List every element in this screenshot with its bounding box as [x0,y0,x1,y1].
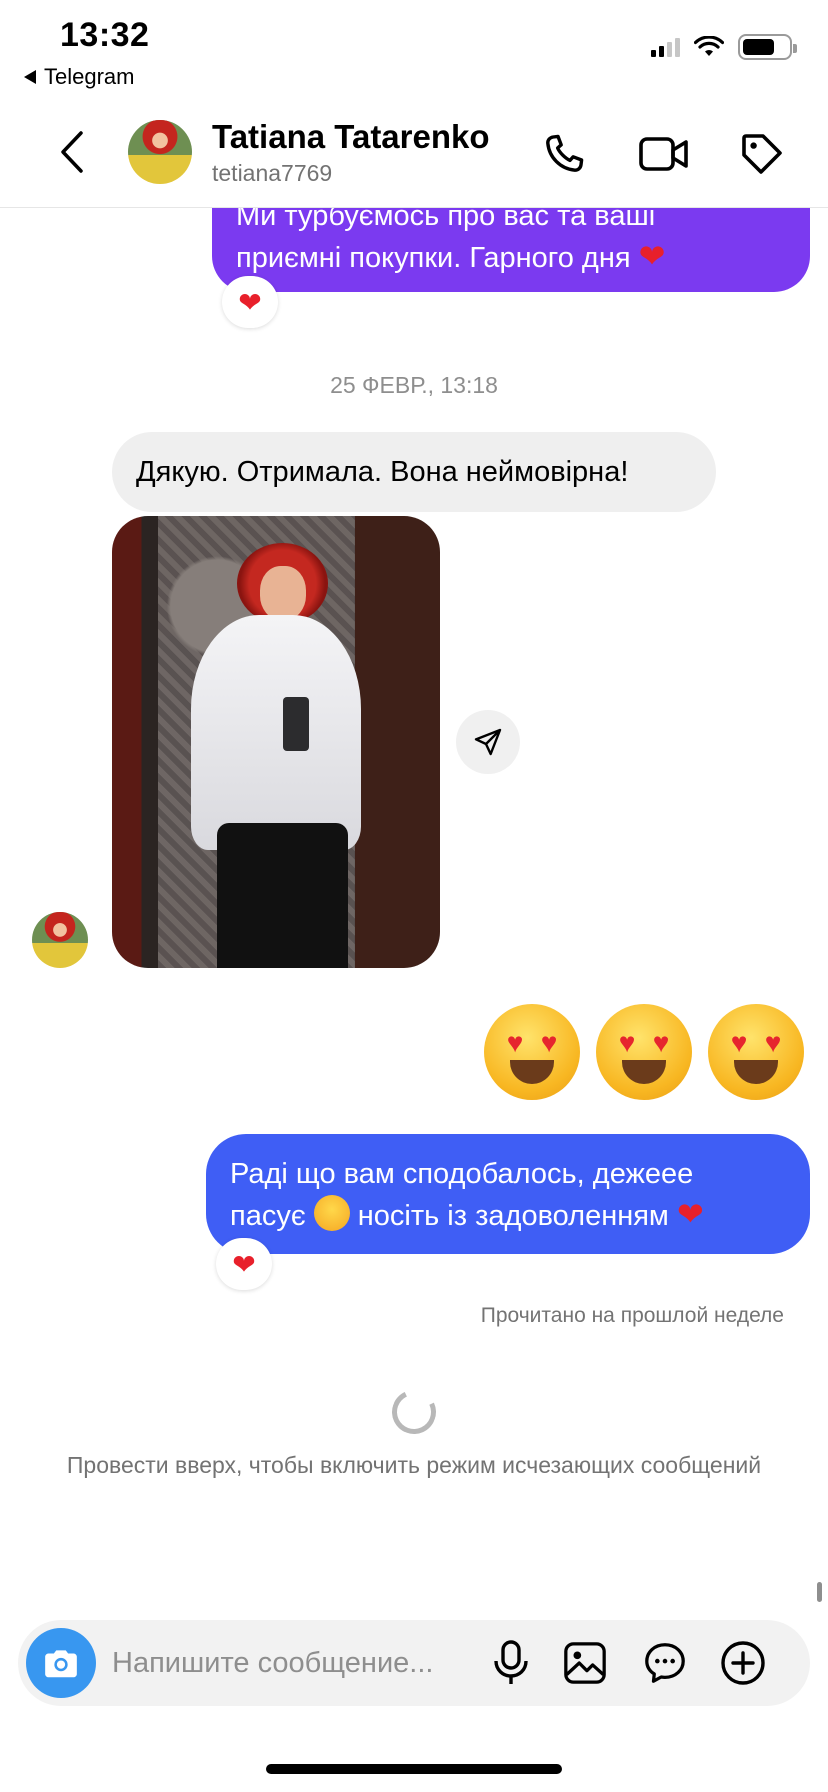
heart-reaction[interactable]: ❤ [222,276,278,328]
video-call-button[interactable] [638,128,690,180]
share-photo-button[interactable] [456,710,520,774]
big-emoji-message[interactable]: ♥ ♥ ♥ ♥ ♥ ♥ [484,1004,804,1100]
heart-eyes-emoji-icon [313,1195,350,1231]
gallery-button[interactable] [560,1638,610,1688]
add-button[interactable] [718,1638,768,1688]
incoming-photo[interactable] [112,516,440,968]
heart-eyes-emoji-icon: ♥ ♥ [484,1004,580,1100]
status-icons [651,34,797,60]
sticker-chat-icon [645,1643,685,1683]
sender-avatar[interactable] [32,912,88,968]
phone-icon [546,134,584,172]
gallery-icon [564,1642,606,1684]
camera-icon [45,1650,77,1678]
contact-avatar[interactable] [128,120,192,184]
call-button[interactable] [538,128,590,180]
back-button[interactable] [50,124,94,180]
heart-eyes-emoji-icon: ♥ ♥ [596,1004,692,1100]
add-icon [721,1641,765,1685]
message-timestamp: 25 ФЕВР., 13:18 [330,372,498,398]
heart-reaction[interactable]: ❤ [216,1238,272,1290]
outgoing-message-2[interactable]: Раді що вам сподобалось, дежеее пасує но… [206,1134,810,1254]
heart-reaction-icon: ❤ [238,286,262,318]
wifi-icon [694,36,724,56]
message-line: приємні покупки. Гарного дня ❤ [236,238,666,274]
incoming-message-1[interactable]: Дякую. Отримала. Вона неймовірна! [112,432,716,512]
message-input[interactable] [112,1620,492,1706]
chat-header: Tatiana Tatarenko tetiana7769 [0,100,828,208]
status-time: 13:32 [60,16,150,54]
heart-reaction-icon: ❤ [232,1248,256,1280]
contact-username[interactable]: tetiana7769 [212,160,332,187]
heart-emoji-icon: ❤ [676,1196,704,1232]
home-indicator[interactable] [266,1764,562,1774]
back-triangle-icon [24,70,36,84]
message-line: пасує носіть із задоволенням ❤ [230,1195,704,1232]
tag-icon [742,134,782,174]
heart-emoji-icon: ❤ [638,238,666,274]
vanish-mode-hint: Провести вверх, чтобы включить режим исч… [66,1452,762,1478]
loading-spinner-icon [385,1383,443,1441]
voice-message-button[interactable] [486,1638,536,1688]
back-to-app-link[interactable]: Telegram [24,64,134,90]
message-line: Раді що вам сподобалось, дежеее [230,1158,694,1190]
contact-name[interactable]: Tatiana Tatarenko [212,118,490,156]
tag-button[interactable] [736,128,788,180]
back-chevron-icon [61,131,83,173]
microphone-icon [494,1640,528,1684]
heart-eyes-emoji-icon: ♥ ♥ [708,1004,804,1100]
camera-button[interactable] [26,1628,96,1698]
video-call-icon [639,137,688,171]
scrollbar[interactable] [817,1582,822,1602]
sticker-button[interactable] [640,1638,690,1688]
signal-icon [651,37,680,57]
back-app-label: Telegram [44,64,135,89]
message-composer [18,1620,810,1706]
read-receipt: Прочитано на прошлой неделе [480,1304,784,1327]
send-icon [474,728,502,756]
battery-icon [738,34,797,60]
